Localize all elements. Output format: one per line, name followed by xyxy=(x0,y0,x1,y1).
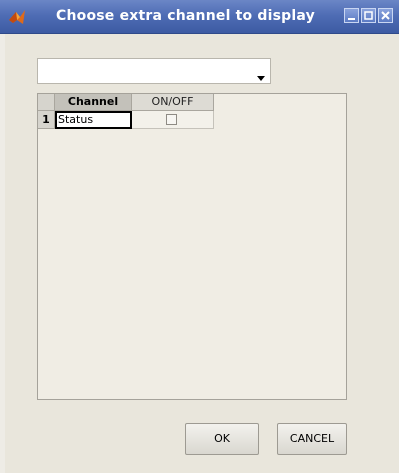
column-header-channel[interactable]: Channel xyxy=(55,94,132,111)
channel-table[interactable]: Channel ON/OFF 1 Status xyxy=(37,93,347,400)
window-frame xyxy=(0,34,5,473)
row-header: 1 xyxy=(38,111,55,129)
table-corner xyxy=(38,94,55,111)
title-bar[interactable]: Choose extra channel to display xyxy=(0,0,399,34)
minimize-icon[interactable] xyxy=(344,8,359,23)
cancel-button[interactable]: CANCEL xyxy=(277,423,347,455)
channel-cell[interactable]: Status xyxy=(55,111,132,129)
maximize-icon[interactable] xyxy=(361,8,376,23)
onoff-cell[interactable] xyxy=(132,111,214,129)
matlab-icon xyxy=(8,8,26,26)
close-icon[interactable] xyxy=(378,8,393,23)
dialog-window: Choose extra channel to display Channel … xyxy=(0,0,399,473)
onoff-checkbox[interactable] xyxy=(166,114,177,125)
chevron-down-icon[interactable] xyxy=(256,68,266,81)
channel-select[interactable] xyxy=(37,58,271,84)
column-header-onoff[interactable]: ON/OFF xyxy=(132,94,214,111)
window-title: Choose extra channel to display xyxy=(56,8,315,24)
ok-button[interactable]: OK xyxy=(185,423,259,455)
